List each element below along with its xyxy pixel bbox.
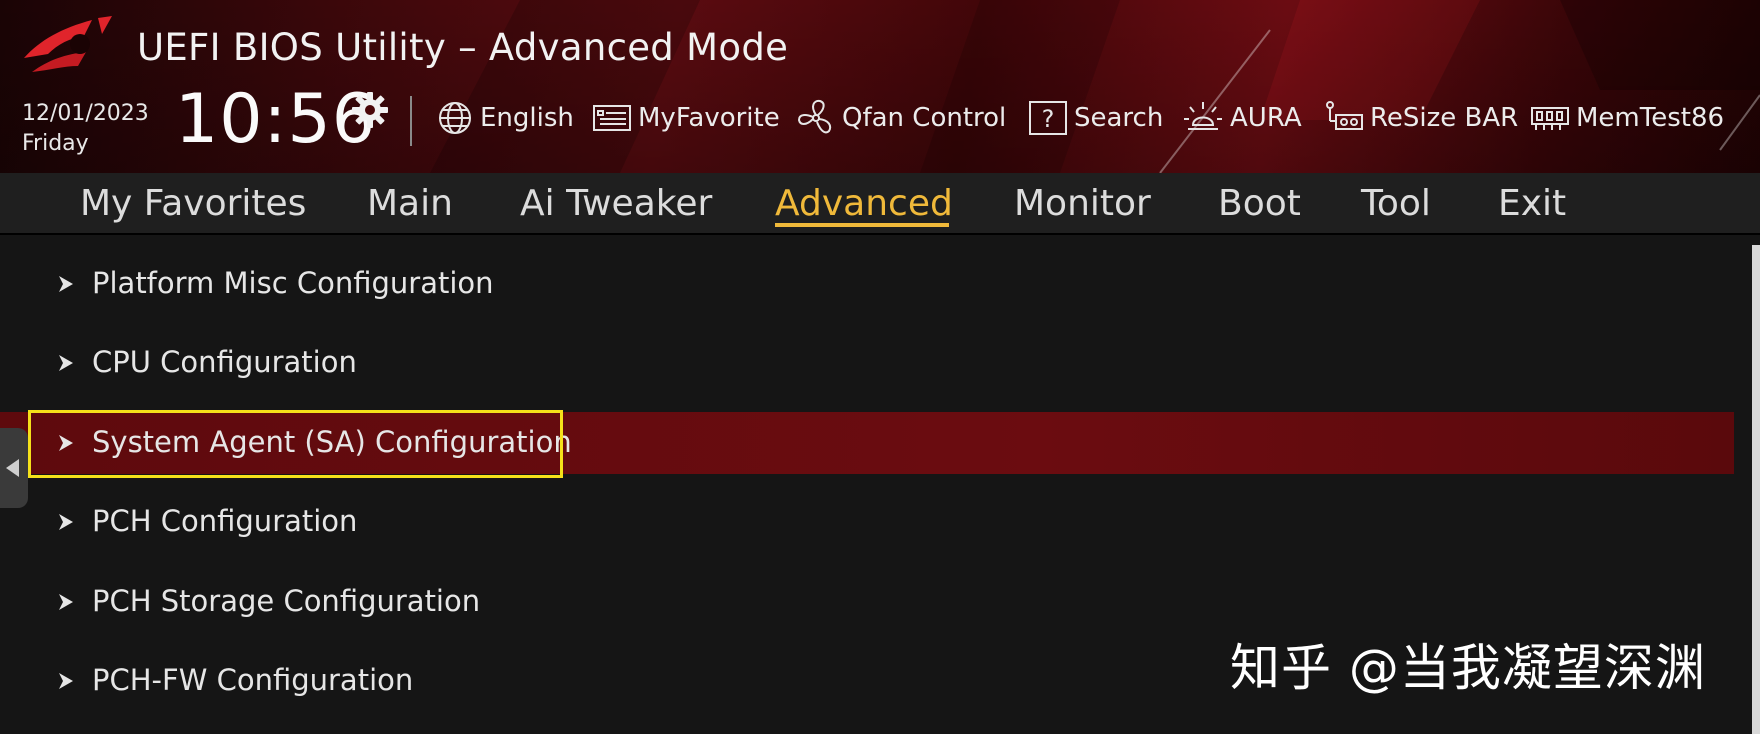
header-divider <box>410 96 412 146</box>
tab-ai-tweaker[interactable]: Ai Tweaker <box>520 183 712 224</box>
chevron-right-icon <box>59 435 73 451</box>
tab-boot[interactable]: Boot <box>1218 183 1301 224</box>
menu-item-label: CPU Configuration <box>92 345 357 379</box>
aura-button[interactable]: AURA <box>1182 100 1302 136</box>
chevron-left-icon <box>6 459 19 477</box>
menu-item-label: PCH Storage Configuration <box>92 584 481 618</box>
search-button[interactable]: ? Search <box>1028 100 1163 136</box>
quick-note-panel-toggle[interactable] <box>0 428 28 508</box>
tab-monitor[interactable]: Monitor <box>1014 183 1151 224</box>
myfavorite-label: MyFavorite <box>638 103 780 133</box>
qfan-control-label: Qfan Control <box>842 103 1007 133</box>
question-search-icon: ? <box>1029 101 1067 135</box>
resize-bar-label: ReSize BAR <box>1370 103 1519 133</box>
svg-text:?: ? <box>1042 105 1055 133</box>
menu-item-label: System Agent (SA) Configuration <box>92 425 572 459</box>
tab-main[interactable]: Main <box>367 183 453 224</box>
watermark-text: 知乎 @当我凝望深渊 <box>1230 639 1706 697</box>
menu-item-pch-storage[interactable]: PCH Storage Configuration <box>0 571 1734 633</box>
aura-light-icon <box>1184 102 1222 130</box>
myfavorite-icon <box>593 105 631 131</box>
resize-bar-button[interactable]: ReSize BAR <box>1322 100 1518 136</box>
header-bar: UEFI BIOS Utility – Advanced Mode 12/01/… <box>0 0 1760 173</box>
tab-exit[interactable]: Exit <box>1498 183 1566 224</box>
active-tab-underline <box>775 223 949 227</box>
memory-icon <box>1531 107 1569 130</box>
menu-item-system-agent[interactable]: System Agent (SA) Configuration <box>0 412 1734 474</box>
menu-item-cpu-configuration[interactable]: CPU Configuration <box>0 332 1734 394</box>
tab-my-favorites[interactable]: My Favorites <box>80 183 306 224</box>
day-display: Friday <box>22 131 89 156</box>
date-display: 12/01/2023 <box>22 101 149 126</box>
rog-eye-logo <box>24 16 112 72</box>
fan-icon <box>797 99 832 134</box>
time-display: 10:56 <box>175 80 376 159</box>
tab-tool[interactable]: Tool <box>1361 183 1431 224</box>
resize-bar-icon <box>1326 101 1363 130</box>
bios-window: UEFI BIOS Utility – Advanced Mode 12/01/… <box>0 0 1760 734</box>
scrollbar[interactable] <box>1752 245 1760 734</box>
qfan-control-button[interactable]: Qfan Control <box>796 99 1007 136</box>
search-label: Search <box>1074 103 1164 133</box>
chevron-right-icon <box>59 594 73 610</box>
globe-icon <box>439 102 471 134</box>
chevron-right-icon <box>59 514 73 530</box>
memtest86-label: MemTest86 <box>1576 103 1725 133</box>
language-button[interactable]: English <box>436 100 574 136</box>
chevron-right-icon <box>59 355 73 371</box>
menu-item-pch-configuration[interactable]: PCH Configuration <box>0 491 1734 553</box>
language-label: English <box>480 103 574 133</box>
chevron-right-icon <box>59 276 73 292</box>
tab-advanced[interactable]: Advanced <box>775 183 953 224</box>
menu-item-label: PCH Configuration <box>92 504 358 538</box>
myfavorite-button[interactable]: MyFavorite <box>592 100 780 136</box>
memtest86-button[interactable]: MemTest86 <box>1530 100 1724 136</box>
aura-label: AURA <box>1230 103 1302 133</box>
menu-item-platform-misc[interactable]: Platform Misc Configuration <box>0 253 1734 315</box>
menu-item-label: PCH-FW Configuration <box>92 663 414 697</box>
chevron-right-icon <box>59 673 73 689</box>
menu-item-label: Platform Misc Configuration <box>92 266 494 300</box>
window-title: UEFI BIOS Utility – Advanced Mode <box>137 26 789 69</box>
gear-icon[interactable] <box>350 90 390 130</box>
